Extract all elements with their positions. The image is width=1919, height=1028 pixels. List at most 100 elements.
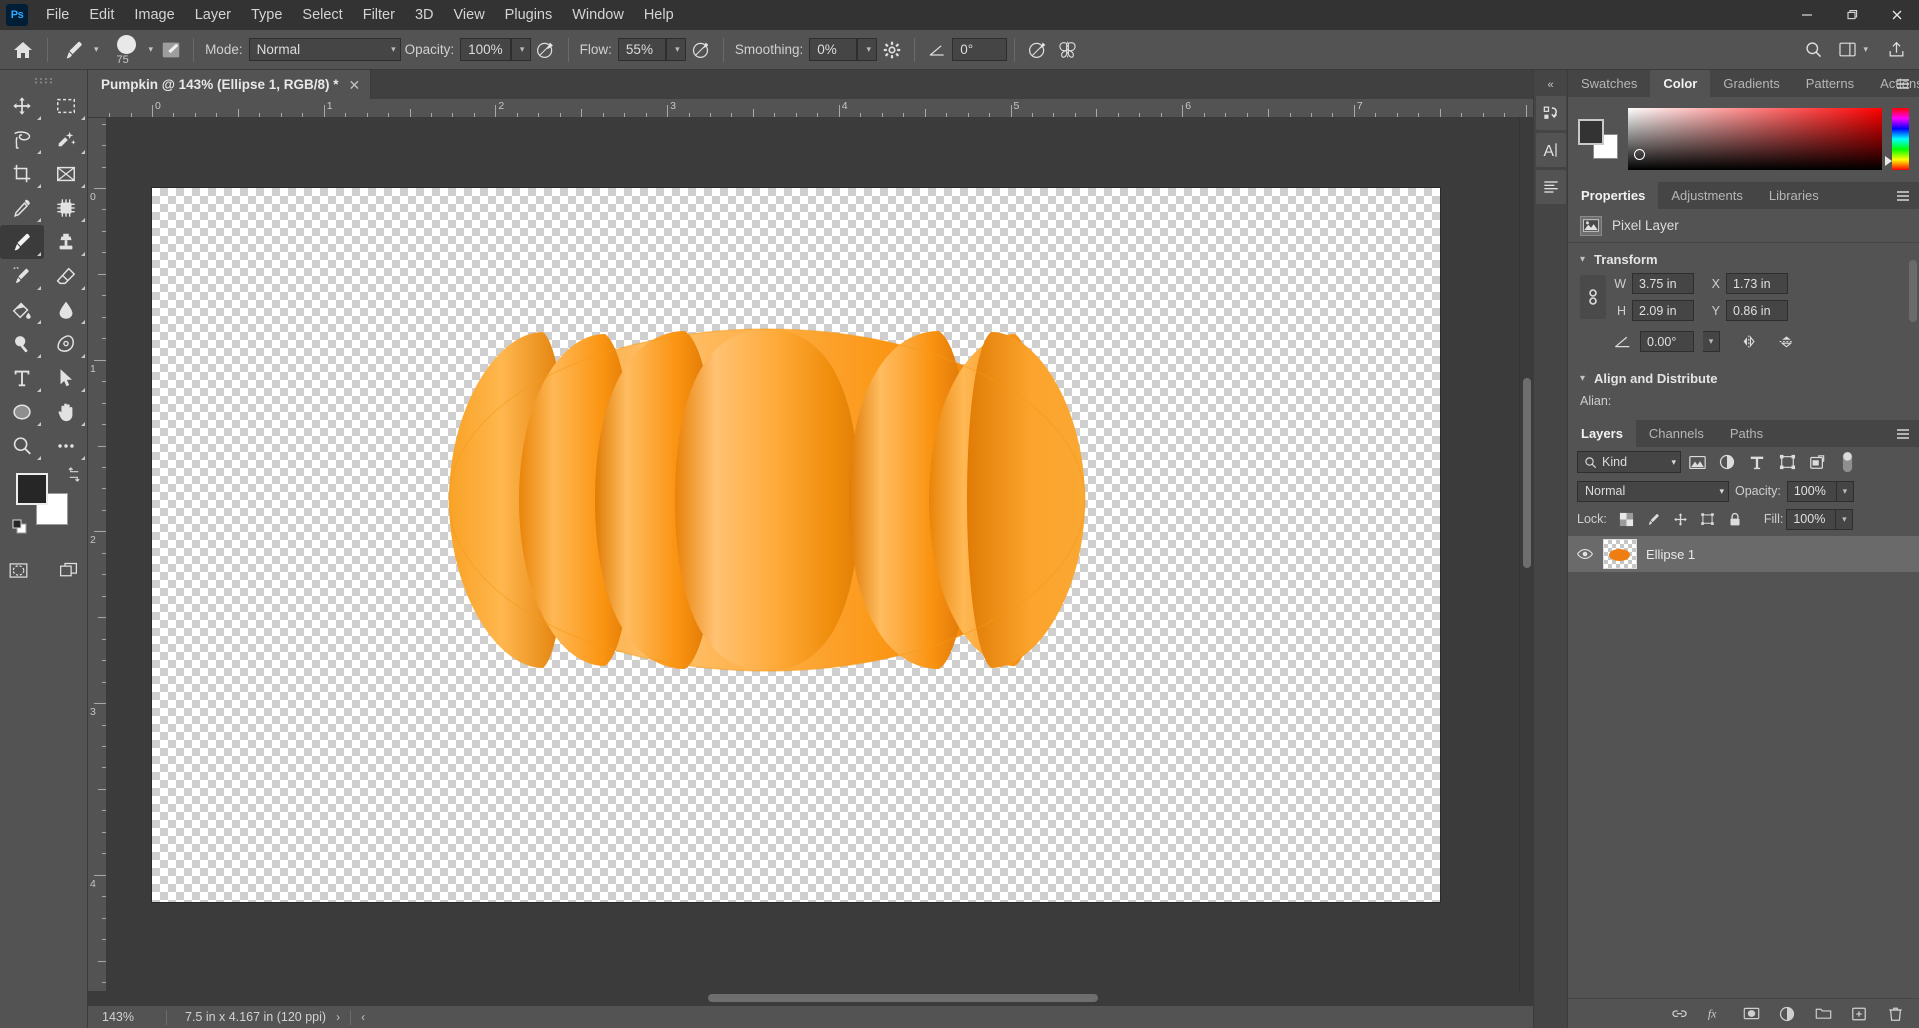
search-icon[interactable]	[1798, 35, 1828, 65]
panel-menu-icon[interactable]	[1895, 182, 1911, 209]
layer-blend-mode-select[interactable]: Normal ▾	[1577, 480, 1729, 502]
tab-actions[interactable]: Actions	[1867, 70, 1919, 97]
menu-item-plugins[interactable]: Plugins	[495, 3, 563, 27]
menu-item-file[interactable]: File	[36, 3, 79, 27]
maximize-button[interactable]	[1829, 0, 1874, 30]
width-input[interactable]: 3.75 in	[1632, 273, 1694, 294]
hand-tool[interactable]	[44, 395, 88, 429]
document-tab[interactable]: Pumpkin @ 143% (Ellipse 1, RGB/8) * ✕	[88, 70, 372, 99]
screen-mode-icon[interactable]	[47, 553, 91, 587]
history-brush-tool[interactable]	[0, 259, 44, 293]
delete-layer-icon[interactable]	[1885, 1003, 1905, 1025]
pressure-opacity-icon[interactable]	[531, 35, 561, 65]
tab-properties[interactable]: Properties	[1568, 182, 1659, 209]
object-selection-tool[interactable]	[44, 123, 88, 157]
status-expand-arrow[interactable]: ›	[326, 1010, 350, 1024]
tab-libraries[interactable]: Libraries	[1755, 182, 1832, 209]
scrollbar-thumb[interactable]	[1909, 260, 1917, 322]
chevron-down-icon[interactable]: ▾	[1580, 254, 1585, 265]
lock-position-icon[interactable]	[1669, 508, 1693, 530]
horizontal-type-tool[interactable]	[0, 361, 44, 395]
swap-colors-icon[interactable]	[67, 467, 82, 482]
brush-size-preview[interactable]: 75	[106, 34, 146, 66]
close-button[interactable]	[1874, 0, 1919, 30]
horizontal-ruler[interactable]: 0 1 2 3 4 5 6 7	[88, 99, 1533, 118]
add-layer-mask-icon[interactable]	[1741, 1003, 1761, 1025]
layer-fill-input[interactable]: 100%	[1786, 508, 1837, 530]
lock-image-pixels-icon[interactable]	[1642, 508, 1666, 530]
panel-menu-icon[interactable]	[1895, 420, 1911, 447]
layer-filter-kind-select[interactable]: Kind ▾	[1577, 451, 1681, 473]
ellipse-tool[interactable]	[0, 395, 44, 429]
character-panel-icon[interactable]: A	[1535, 133, 1566, 167]
blend-mode-select[interactable]: Normal ▾	[248, 38, 401, 61]
chevron-down-icon[interactable]: ▾	[91, 44, 102, 55]
dodge-tool[interactable]	[0, 327, 44, 361]
brush-preset-chevron-down-icon[interactable]: ▾	[146, 44, 157, 55]
menu-item-help[interactable]: Help	[634, 3, 684, 27]
filter-toggle-switch[interactable]	[1833, 450, 1861, 474]
path-selection-tool[interactable]	[44, 361, 88, 395]
toolbar-drag-handle[interactable]	[31, 76, 57, 85]
tab-layers[interactable]: Layers	[1568, 420, 1636, 447]
close-icon[interactable]: ✕	[348, 78, 360, 92]
clone-stamp-tool[interactable]	[44, 225, 88, 259]
layer-style-fx-icon[interactable]: fx	[1705, 1003, 1725, 1025]
flow-input[interactable]: 55%	[617, 38, 666, 61]
height-input[interactable]: 2.09 in	[1632, 300, 1694, 321]
hue-slider-marker[interactable]	[1885, 155, 1892, 166]
smoothing-input[interactable]: 0%	[809, 38, 858, 61]
x-input[interactable]: 1.73 in	[1726, 273, 1788, 294]
tab-gradients[interactable]: Gradients	[1710, 70, 1793, 97]
hue-slider[interactable]	[1885, 107, 1909, 170]
paragraph-panel-icon[interactable]	[1535, 170, 1566, 204]
transform-section-header[interactable]: ▾ Transform	[1568, 243, 1919, 271]
brush-angle-icon[interactable]	[922, 35, 952, 65]
menu-item-window[interactable]: Window	[562, 3, 634, 27]
brush-tool-preset-picker[interactable]: ▾	[55, 35, 106, 65]
rectangular-marquee-tool[interactable]	[44, 89, 88, 123]
smoothing-options-gear-icon[interactable]	[877, 35, 907, 65]
spot-healing-brush-tool[interactable]	[44, 191, 88, 225]
tab-paths[interactable]: Paths	[1716, 420, 1777, 447]
flip-vertical-icon[interactable]	[1777, 333, 1796, 350]
share-icon[interactable]	[1881, 35, 1911, 65]
filter-smart-object-icon[interactable]	[1803, 450, 1831, 474]
tab-color[interactable]: Color	[1650, 70, 1711, 97]
brush-tool[interactable]	[0, 225, 44, 259]
layer-visibility-icon[interactable]	[1576, 548, 1594, 560]
menu-item-filter[interactable]: Filter	[353, 3, 405, 27]
link-layers-icon[interactable]	[1669, 1003, 1689, 1025]
default-colors-icon[interactable]	[12, 519, 28, 535]
canvas-horizontal-scrollbar[interactable]	[88, 991, 1533, 1005]
scrollbar-thumb[interactable]	[708, 994, 1098, 1002]
tab-swatches[interactable]: Swatches	[1568, 70, 1651, 97]
tab-patterns[interactable]: Patterns	[1792, 70, 1868, 97]
new-group-icon[interactable]	[1813, 1003, 1833, 1025]
status-prev-arrow[interactable]: ‹	[351, 1010, 375, 1024]
menu-item-view[interactable]: View	[444, 3, 495, 27]
zoom-level[interactable]: 143%	[88, 1010, 166, 1024]
opacity-input[interactable]: 100%	[460, 38, 511, 61]
eyedropper-tool[interactable]	[0, 191, 44, 225]
crop-tool[interactable]	[0, 157, 44, 191]
filter-pixel-icon[interactable]	[1683, 450, 1711, 474]
opacity-chevron-button[interactable]: ▾	[510, 38, 531, 61]
link-aspect-ratio-icon[interactable]	[1580, 275, 1606, 319]
chevron-down-icon[interactable]: ▾	[1836, 480, 1854, 502]
history-panel-icon[interactable]	[1535, 96, 1566, 130]
canvas-viewport[interactable]	[107, 118, 1519, 991]
scrollbar-thumb[interactable]	[1523, 378, 1531, 568]
airbrush-icon[interactable]	[686, 35, 716, 65]
minimize-button[interactable]	[1784, 0, 1829, 30]
new-layer-icon[interactable]	[1849, 1003, 1869, 1025]
pen-tool[interactable]	[44, 327, 88, 361]
workspace-icon[interactable]: ▾	[1838, 35, 1871, 65]
menu-item-edit[interactable]: Edit	[79, 3, 124, 27]
symmetry-butterfly-icon[interactable]	[1052, 35, 1082, 65]
filter-adjustment-icon[interactable]	[1713, 450, 1741, 474]
panel-menu-icon[interactable]	[1895, 70, 1911, 97]
layer-thumbnail[interactable]	[1603, 539, 1637, 569]
chevron-down-icon[interactable]: ▾	[1580, 373, 1585, 384]
smoothing-chevron-button[interactable]: ▾	[857, 38, 878, 61]
